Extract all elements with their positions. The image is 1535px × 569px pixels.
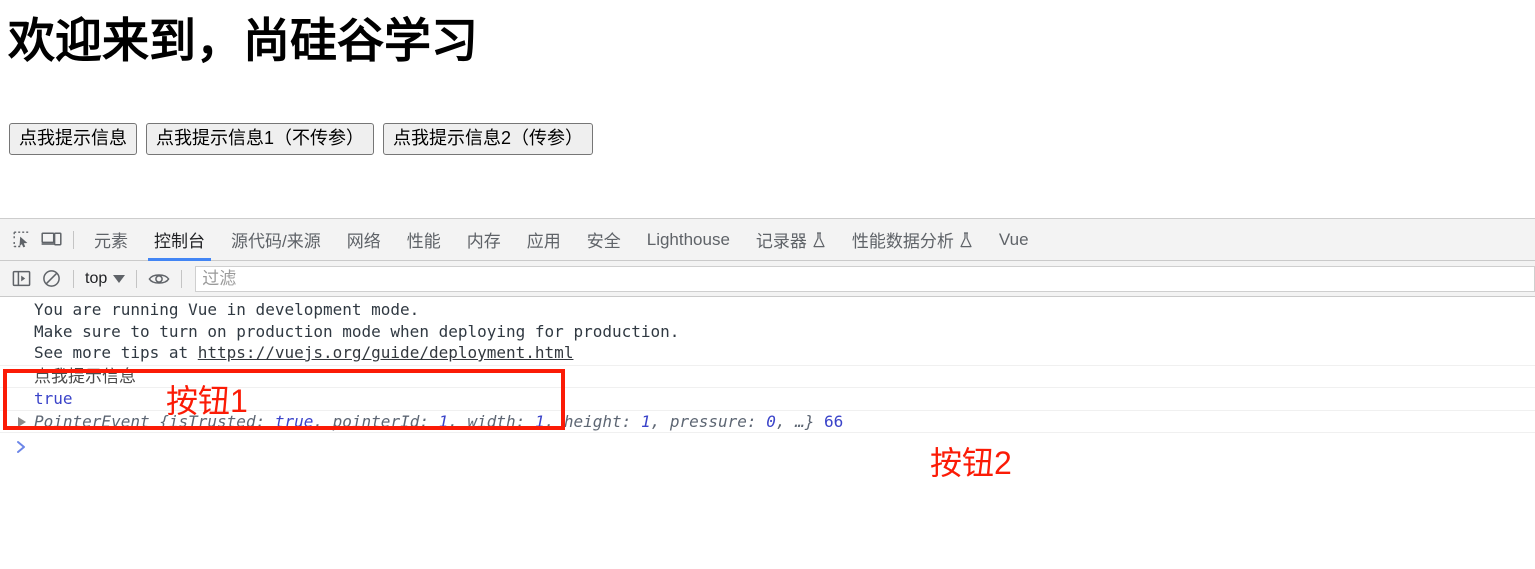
tab-label: 应用	[526, 232, 561, 251]
console-filter-input[interactable]	[195, 265, 1535, 292]
tab-label: 网络	[346, 232, 381, 251]
console-row-vue-warning[interactable]: You are running Vue in development mode.…	[0, 297, 1535, 366]
prop-key-width: width:	[467, 411, 526, 431]
tab-application[interactable]: 应用	[514, 219, 574, 261]
tab-recorder[interactable]: 记录器	[743, 219, 839, 261]
hint-plain-button[interactable]: 点我提示信息	[9, 123, 137, 155]
tab-label: 性能数据分析	[851, 232, 954, 251]
pointer-event-trailing-number: 66	[824, 411, 844, 431]
tab-memory[interactable]: 内存	[454, 219, 514, 261]
tab-label: 记录器	[755, 232, 807, 251]
prop-val-pressure: 0	[766, 411, 776, 431]
tab-label: 性能	[406, 232, 441, 251]
vue-warning-line-2: Make sure to turn on production mode whe…	[34, 321, 680, 341]
prop-key-pointerId: pointerId:	[332, 411, 429, 431]
vue-warning-line-3-text: See more tips at	[34, 343, 198, 362]
page-title: 欢迎来到，尚硅谷学习	[8, 14, 478, 67]
tab-label: 源代码/来源	[231, 232, 321, 251]
annotation-label-button1: 按钮1	[166, 383, 248, 419]
prop-key-height: height:	[563, 411, 632, 431]
tab-performance-insights[interactable]: 性能数据分析	[839, 219, 986, 261]
vue-warning-line-3: See more tips at https://vuejs.org/guide…	[34, 342, 1535, 364]
tab-console[interactable]: 控制台	[141, 219, 218, 261]
console-boolean-value: true	[34, 389, 73, 408]
toolbar-divider	[181, 269, 183, 288]
expand-triangle-icon[interactable]	[18, 416, 26, 427]
tab-lighthouse[interactable]: Lighthouse	[634, 219, 743, 261]
pointer-event-class: PointerEvent	[34, 411, 150, 431]
annotation-label-button2: 按钮2	[930, 445, 1012, 481]
toolbar-divider	[136, 269, 138, 288]
hint-2-args-button[interactable]: 点我提示信息2（传参）	[383, 123, 594, 155]
execution-context-label: top	[85, 269, 108, 287]
prop-val-isTrusted: true	[274, 411, 314, 431]
prop-val-width: 1	[534, 411, 545, 431]
tab-network[interactable]: 网络	[334, 219, 394, 261]
console-log-text: 点我提示信息	[34, 366, 136, 386]
tab-vue[interactable]: Vue	[986, 219, 1042, 261]
clear-console-icon[interactable]	[36, 265, 66, 293]
experimental-flask-icon	[812, 231, 826, 248]
execution-context-select[interactable]: top	[81, 270, 129, 288]
prop-key-pressure: pressure:	[669, 411, 757, 431]
tab-label: Vue	[998, 229, 1029, 249]
console-toolbar: top	[0, 261, 1535, 297]
prop-val-height: 1	[640, 411, 651, 431]
experimental-flask-icon	[959, 231, 973, 248]
devtools-tabbar: 元素 控制台 源代码/来源 网络 性能 内存 应用 安全 Lighthouse …	[0, 219, 1535, 261]
tab-label: 控制台	[154, 232, 205, 251]
live-expression-eye-icon[interactable]	[144, 265, 174, 293]
tab-label: 内存	[466, 232, 501, 251]
web-page-content: 欢迎来到，尚硅谷学习 点我提示信息 点我提示信息1（不传参） 点我提示信息2（传…	[0, 0, 1535, 218]
device-toolbar-icon[interactable]	[36, 226, 66, 254]
inspect-element-icon[interactable]	[6, 226, 36, 254]
tab-label: 元素	[94, 232, 128, 251]
page-button-row: 点我提示信息 点我提示信息1（不传参） 点我提示信息2（传参）	[9, 123, 594, 155]
hint-1-noargs-button[interactable]: 点我提示信息1（不传参）	[146, 123, 375, 155]
prompt-chevron-icon	[15, 435, 28, 459]
chevron-down-icon	[113, 274, 126, 283]
prop-val-pointerId: 1	[438, 411, 449, 431]
tab-label: Lighthouse	[646, 229, 730, 249]
tab-elements[interactable]: 元素	[81, 219, 141, 261]
vue-warning-line-1: You are running Vue in development mode.	[34, 300, 420, 319]
ellipsis-close-brace: …}	[795, 411, 815, 431]
tab-sources[interactable]: 源代码/来源	[218, 219, 334, 261]
tab-label: 安全	[586, 232, 621, 251]
console-sidebar-icon[interactable]	[6, 265, 36, 293]
tab-security[interactable]: 安全	[574, 219, 634, 261]
console-prompt-row[interactable]	[0, 433, 1535, 465]
toolbar-divider	[73, 269, 74, 288]
vue-deployment-link[interactable]: https://vuejs.org/guide/deployment.html	[198, 343, 574, 362]
tab-performance[interactable]: 性能	[394, 219, 454, 261]
tabbar-divider	[73, 230, 74, 249]
console-message-list[interactable]: You are running Vue in development mode.…	[0, 297, 1535, 569]
